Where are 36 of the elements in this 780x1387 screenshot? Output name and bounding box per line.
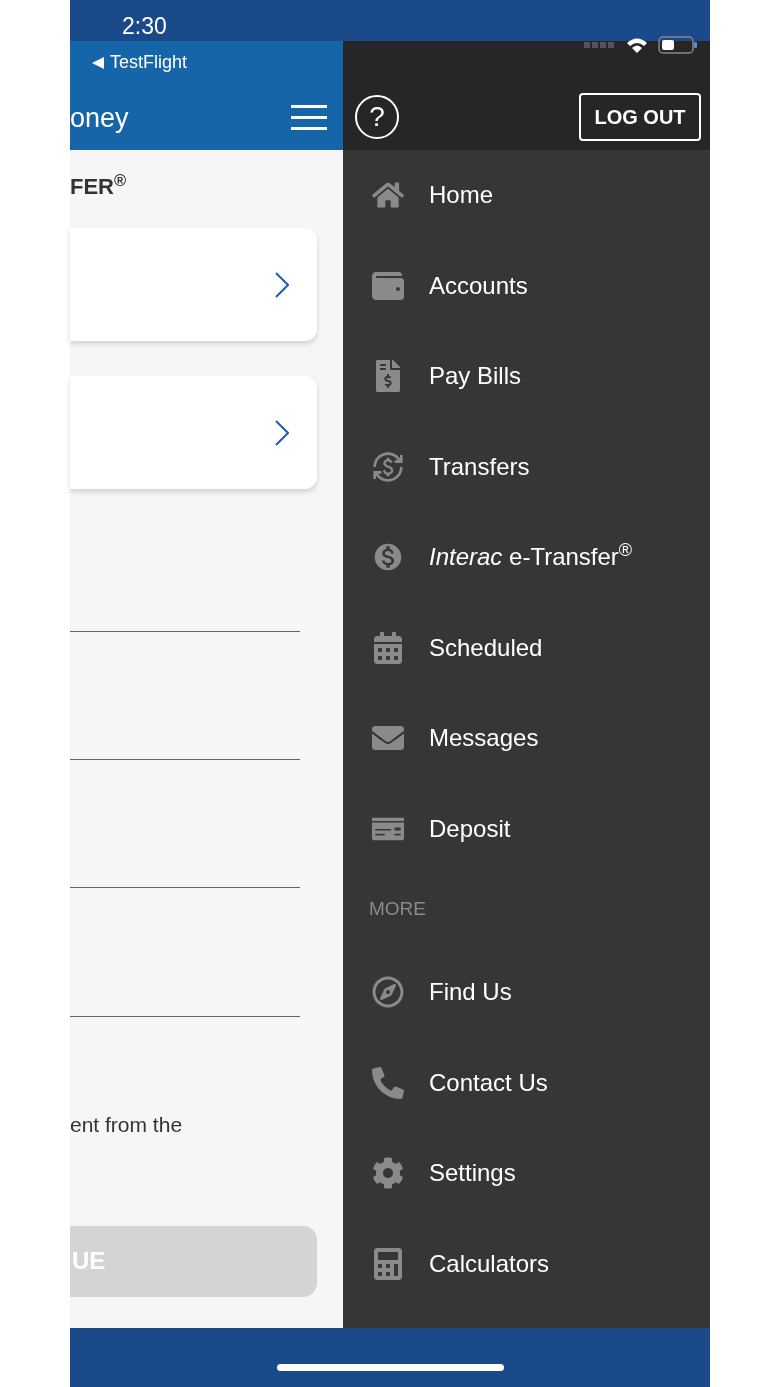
clock-time: 2:30 — [122, 12, 167, 42]
menu-item[interactable]: Interac e-Transfer$^{®}$ — [429, 539, 633, 576]
menu-item[interactable]: Home — [429, 177, 494, 214]
wifi-icon — [626, 37, 648, 53]
compass-icon — [372, 976, 404, 1009]
menu-item[interactable]: Settings — [429, 1155, 516, 1192]
chevron-right-icon — [275, 419, 289, 446]
logout-button[interactable]: LOG OUT — [579, 93, 701, 141]
menu-item[interactable]: Contact Us — [429, 1064, 548, 1101]
section-heading: MORE — [369, 897, 426, 922]
section-title: FER$^{®}$ — [70, 170, 128, 201]
calculator-icon — [372, 1247, 404, 1280]
help-button[interactable]: ? — [355, 95, 399, 139]
option-card[interactable] — [70, 376, 317, 489]
signal-icon — [584, 42, 616, 48]
menu-item[interactable]: Pay Bills — [429, 358, 522, 395]
settings-icon — [372, 1157, 404, 1190]
option-card[interactable] — [70, 228, 317, 341]
menu-item[interactable]: Scheduled — [429, 629, 543, 666]
battery-icon — [658, 36, 698, 54]
menu-item[interactable]: Deposit — [429, 810, 511, 847]
chevron-right-icon — [275, 271, 289, 298]
menu-item[interactable]: Messages — [429, 720, 539, 757]
menu-item[interactable]: Calculators — [429, 1245, 550, 1282]
screen-title: oney — [70, 102, 129, 135]
back-link[interactable]: TestFlight — [110, 49, 188, 76]
calendar-icon — [372, 631, 404, 664]
back-triangle-icon — [92, 56, 104, 69]
menu-item[interactable]: Find Us — [429, 974, 512, 1011]
dollar-exchange-icon — [372, 450, 404, 483]
wallet-icon — [372, 269, 404, 302]
menu-item[interactable]: Accounts — [429, 267, 528, 304]
menu-item[interactable]: Transfers — [429, 448, 530, 485]
menu-icon[interactable] — [291, 105, 327, 132]
description-text: ent from the — [70, 1112, 184, 1138]
phone-icon — [372, 1066, 404, 1099]
